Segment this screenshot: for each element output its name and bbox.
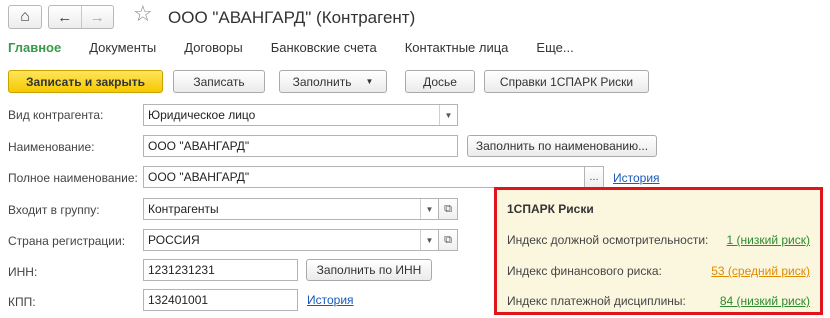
inn-value: 1231231231: [148, 263, 215, 277]
save-button[interactable]: Записать: [173, 70, 265, 93]
kpp-value: 132401001: [148, 293, 209, 307]
kind-value: Юридическое лицо: [148, 108, 256, 122]
tab-main[interactable]: Главное: [8, 40, 61, 55]
chevron-down-icon[interactable]: ▼: [420, 199, 438, 219]
kind-label: Вид контрагента:: [8, 108, 104, 122]
inn-label: ИНН:: [8, 265, 38, 279]
group-value: Контрагенты: [148, 202, 219, 216]
tab-contracts[interactable]: Договоры: [184, 40, 242, 55]
back-arrow-icon: ←: [57, 8, 73, 26]
spark-references-button[interactable]: Справки 1СПАРК Риски: [484, 70, 649, 93]
kpp-input[interactable]: 132401001: [143, 289, 298, 311]
tab-documents[interactable]: Документы: [89, 40, 156, 55]
kpp-history-link[interactable]: История: [307, 293, 354, 307]
back-button[interactable]: ←: [49, 6, 81, 28]
risk-value-payment[interactable]: 84 (низкий риск): [720, 294, 810, 308]
tab-contact-persons[interactable]: Контактные лица: [405, 40, 509, 55]
group-select[interactable]: Контрагенты ▼: [143, 198, 439, 220]
spark-risk-panel: 1СПАРК Риски Индекс должной осмотрительн…: [494, 187, 823, 315]
fullname-label: Полное наименование:: [8, 171, 138, 185]
inn-input[interactable]: 1231231231: [143, 259, 298, 281]
section-tabs: Главное Документы Договоры Банковские сч…: [8, 40, 602, 55]
country-open-button[interactable]: ⧉: [438, 229, 458, 251]
kpp-label: КПП:: [8, 295, 36, 309]
fullname-value: ООО "АВАНГАРД": [148, 170, 250, 184]
fullname-more-button[interactable]: ...: [584, 166, 604, 188]
group-open-button[interactable]: ⧉: [438, 198, 458, 220]
chevron-down-icon[interactable]: ▼: [420, 230, 438, 250]
home-icon: ⌂: [20, 8, 30, 25]
window-title: ООО "АВАНГАРД" (Контрагент): [168, 8, 416, 27]
dossier-label: Досье: [423, 74, 457, 89]
risk-panel-title: 1СПАРК Риски: [507, 202, 594, 216]
risk-value-financial[interactable]: 53 (средний риск): [711, 264, 810, 278]
tab-bank-accounts[interactable]: Банковские счета: [271, 40, 377, 55]
fill-label: Заполнить: [292, 74, 352, 89]
save-and-close-button[interactable]: Записать и закрыть: [8, 70, 163, 93]
fullname-input[interactable]: ООО "АВАНГАРД": [143, 166, 585, 188]
more-icon: ...: [589, 171, 599, 183]
chevron-down-icon[interactable]: ▼: [439, 105, 457, 125]
kind-select[interactable]: Юридическое лицо ▼: [143, 104, 458, 126]
chevron-down-icon: ▼: [365, 77, 374, 86]
favorite-star-icon[interactable]: ☆: [133, 3, 153, 25]
fill-button[interactable]: Заполнить ▼: [279, 70, 387, 93]
fill-by-inn-label: Заполнить по ИНН: [316, 263, 422, 277]
fill-by-inn-button[interactable]: Заполнить по ИНН: [306, 259, 432, 281]
name-label: Наименование:: [8, 140, 95, 154]
forward-button[interactable]: →: [80, 6, 114, 28]
history-nav: ← →: [48, 5, 114, 29]
spark-references-label: Справки 1СПАРК Риски: [499, 74, 634, 89]
open-icon: ⧉: [444, 202, 452, 215]
open-icon: ⧉: [444, 233, 452, 246]
risk-label-payment: Индекс платежной дисциплины:: [507, 294, 686, 308]
fullname-history-link[interactable]: История: [613, 171, 660, 185]
group-label: Входит в группу:: [8, 203, 100, 217]
country-select[interactable]: РОССИЯ ▼: [143, 229, 439, 251]
name-value: ООО "АВАНГАРД": [148, 139, 250, 153]
fill-by-name-label: Заполнить по наименованию...: [475, 139, 649, 153]
risk-value-diligence[interactable]: 1 (низкий риск): [727, 233, 810, 247]
home-button[interactable]: ⌂: [8, 5, 42, 29]
save-and-close-label: Записать и закрыть: [26, 74, 145, 89]
save-label: Записать: [193, 74, 245, 89]
name-input[interactable]: ООО "АВАНГАРД": [143, 135, 458, 157]
risk-label-financial: Индекс финансового риска:: [507, 264, 662, 278]
forward-arrow-icon: →: [89, 8, 105, 26]
country-value: РОССИЯ: [148, 233, 200, 247]
country-label: Страна регистрации:: [8, 234, 126, 248]
dossier-button[interactable]: Досье: [405, 70, 475, 93]
fill-by-name-button[interactable]: Заполнить по наименованию...: [467, 135, 657, 157]
tab-more[interactable]: Еще...: [536, 40, 573, 55]
risk-label-diligence: Индекс должной осмотрительности:: [507, 233, 709, 247]
